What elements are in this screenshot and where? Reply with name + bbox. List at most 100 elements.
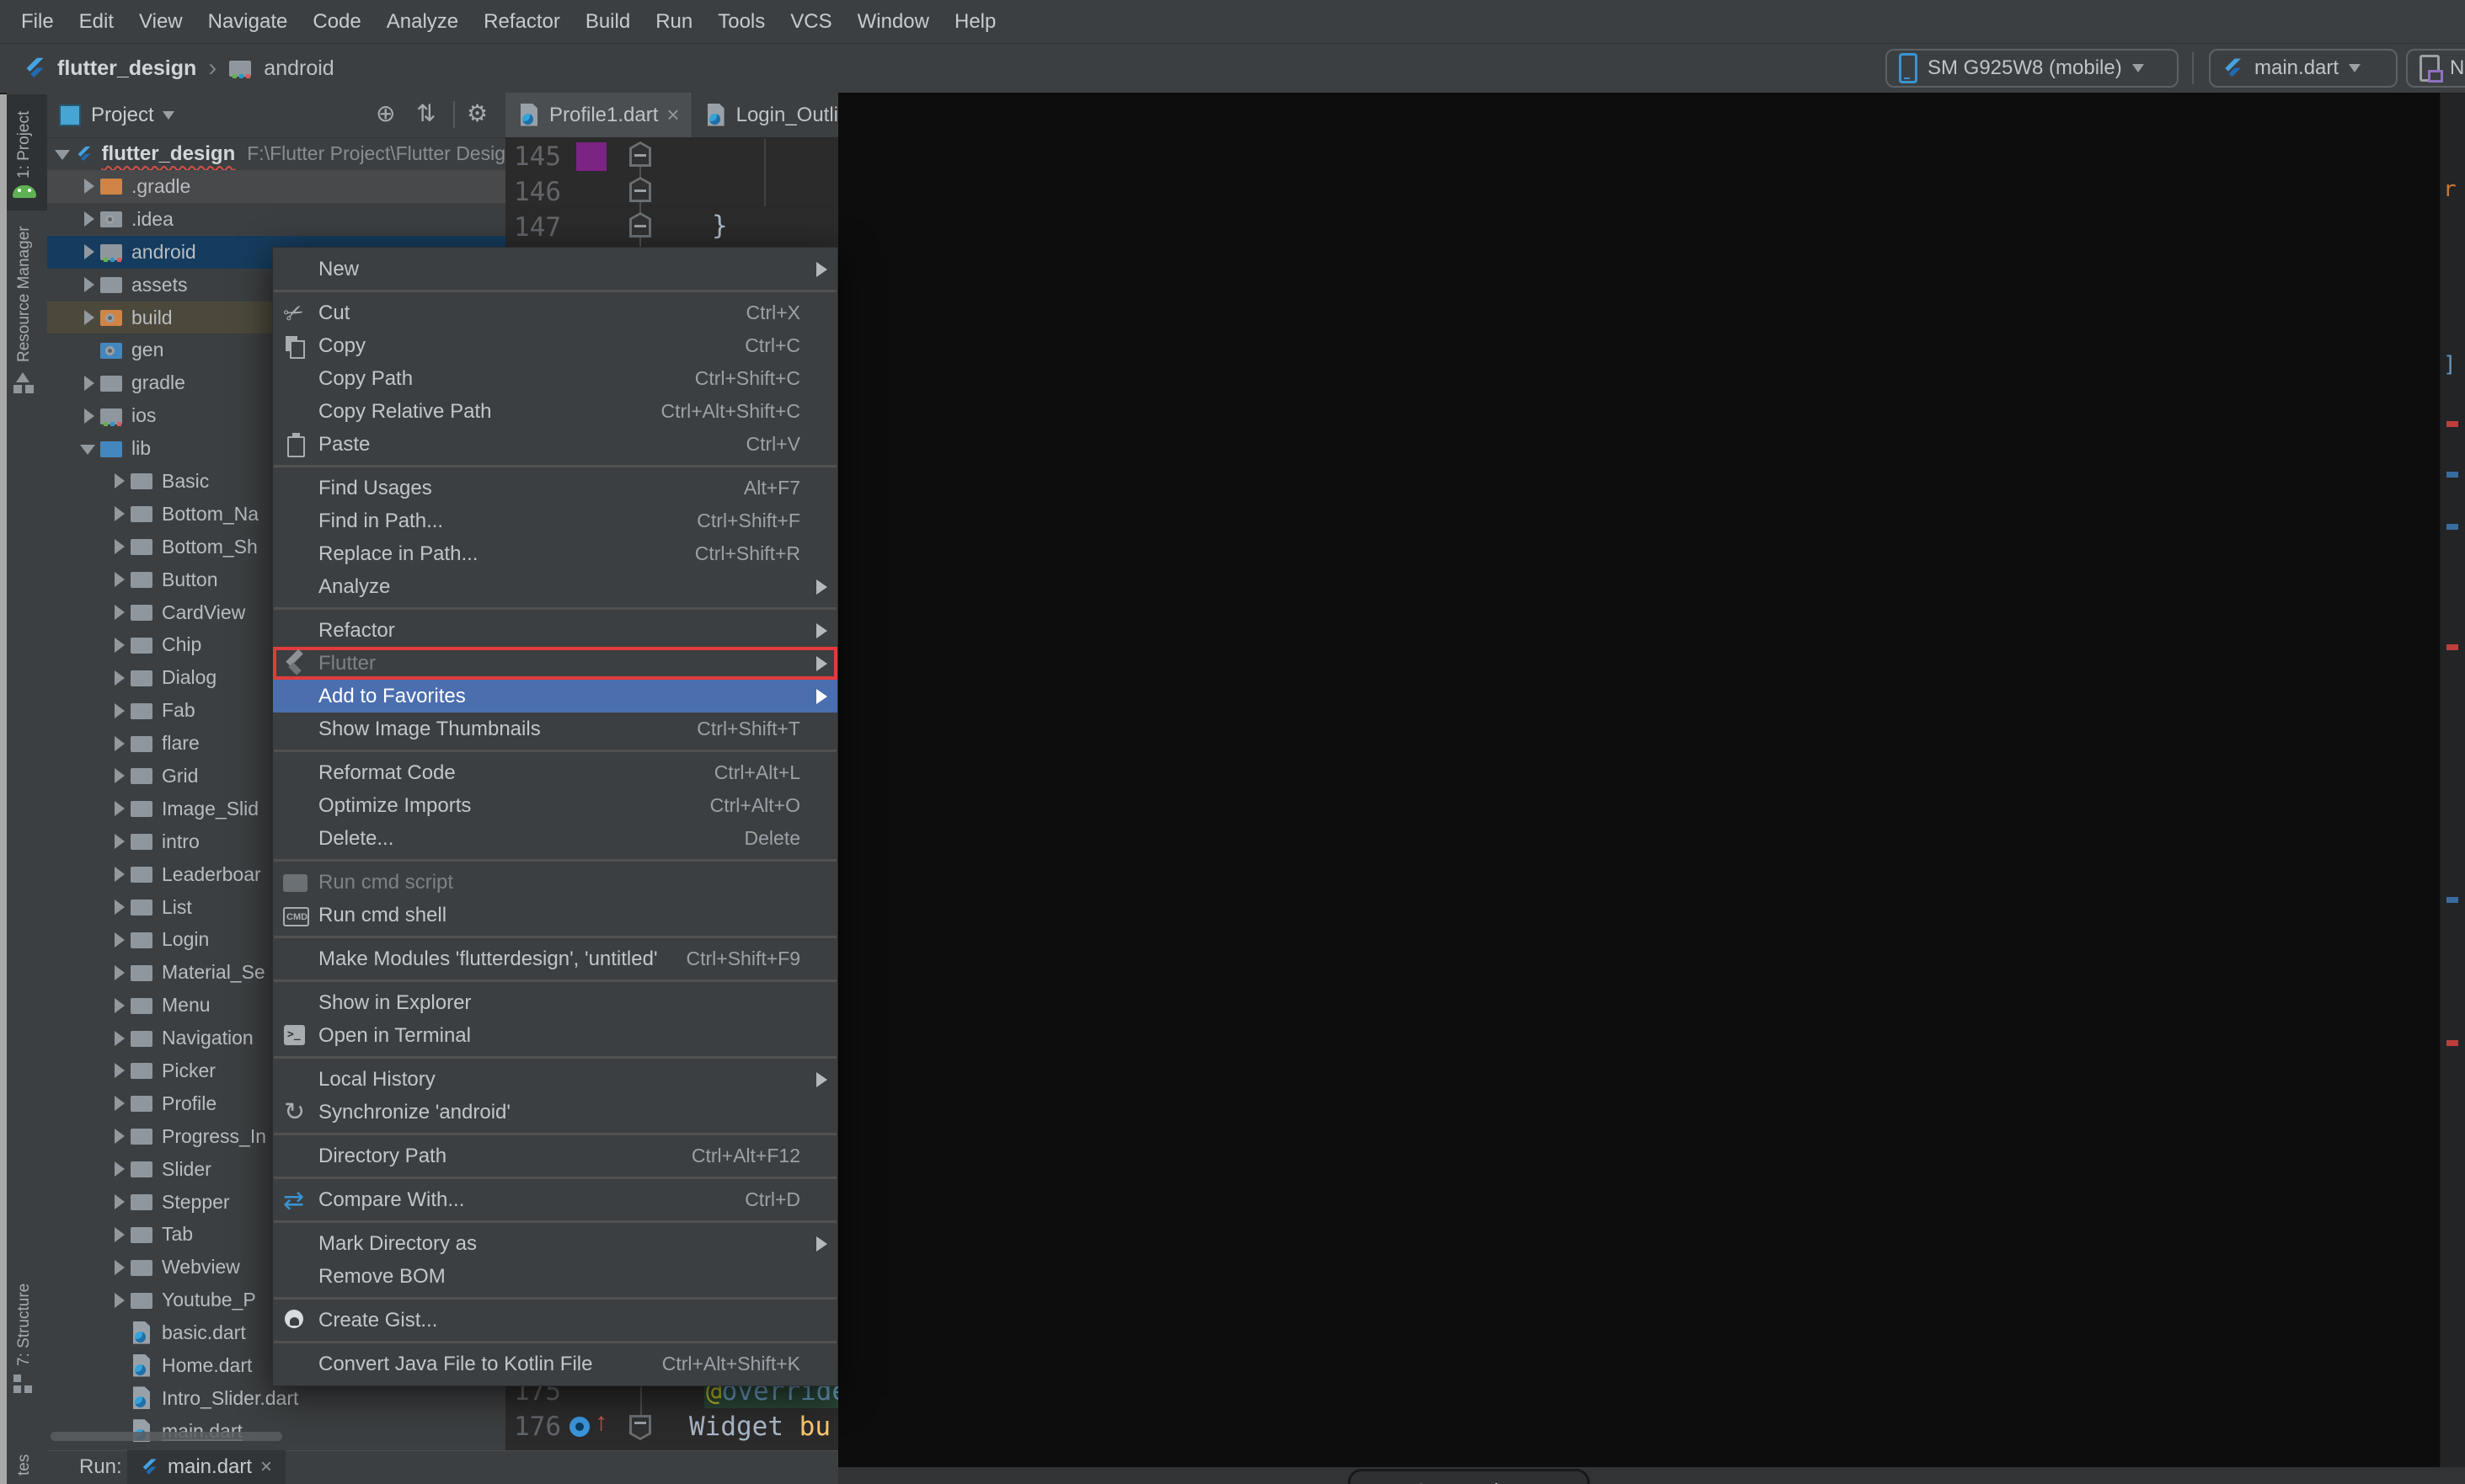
menu-bar-item[interactable]: Build — [573, 10, 643, 34]
menu-bar-item[interactable]: Run — [643, 10, 705, 34]
run-tab-main-dart[interactable]: main.dart × — [127, 1450, 286, 1484]
menu-bar-item[interactable]: Tools — [705, 10, 778, 34]
context-menu-item[interactable] — [274, 465, 837, 467]
horizontal-scrollbar[interactable] — [51, 1432, 282, 1441]
sidebar-item-favorites-partial[interactable]: tes — [15, 1455, 34, 1476]
context-menu-item[interactable] — [274, 1177, 837, 1179]
tree-expand-arrow[interactable] — [78, 175, 99, 197]
context-menu-item[interactable]: Find Usages Alt+F7 — [273, 472, 837, 504]
tree-expand-arrow[interactable] — [108, 1158, 130, 1180]
context-menu-item[interactable]: Local History — [273, 1063, 837, 1096]
collapse-all-icon[interactable]: ⇅ — [416, 99, 436, 127]
menu-bar-item[interactable]: View — [126, 10, 195, 34]
context-menu-item[interactable]: Find in Path... Ctrl+Shift+F — [273, 504, 837, 537]
tree-expand-arrow[interactable] — [108, 1322, 130, 1344]
close-icon[interactable]: × — [260, 1455, 272, 1479]
error-stripe-mark[interactable] — [2446, 897, 2458, 903]
context-menu-item[interactable]: Mark Directory as — [273, 1227, 837, 1260]
context-menu-item[interactable]: Optimize Imports Ctrl+Alt+O — [273, 789, 837, 822]
menu-bar-item[interactable]: Help — [942, 10, 1008, 34]
context-menu-item[interactable]: Replace in Path... Ctrl+Shift+R — [273, 537, 837, 570]
context-menu-item[interactable]: Reformat Code Ctrl+Alt+L — [273, 756, 837, 789]
tree-expand-arrow[interactable] — [78, 339, 99, 361]
tree-expand-arrow[interactable] — [108, 1387, 130, 1409]
menu-bar-item[interactable]: Refactor — [471, 10, 573, 34]
tree-expand-arrow[interactable] — [78, 438, 99, 460]
context-menu-item[interactable]: Synchronize 'android' — [273, 1096, 837, 1129]
sidebar-item-project[interactable]: 1: Project — [15, 111, 34, 179]
menu-bar-item[interactable]: Navigate — [195, 10, 301, 34]
context-menu-item[interactable]: Run cmd shell — [273, 899, 837, 932]
context-menu-item[interactable]: Flutter — [273, 647, 837, 680]
menu-bar-item[interactable]: File — [8, 10, 67, 34]
sidebar-item-resource-manager[interactable]: Resource Manager — [15, 226, 34, 362]
tree-expand-arrow[interactable] — [108, 1224, 130, 1246]
tree-row[interactable]: Intro_Slider.dart — [47, 1382, 505, 1415]
context-menu-item[interactable]: Run cmd script — [273, 866, 837, 899]
context-menu-item[interactable]: Remove BOM — [273, 1260, 837, 1293]
tree-expand-arrow[interactable] — [52, 143, 74, 165]
fold-marker[interactable] — [629, 212, 651, 238]
tree-expand-arrow[interactable] — [108, 1289, 130, 1311]
tree-expand-arrow[interactable] — [108, 1092, 130, 1114]
device-selector[interactable]: SM G925W8 (mobile) — [1885, 49, 2179, 88]
tree-expand-arrow[interactable] — [108, 601, 130, 623]
tree-expand-arrow[interactable] — [108, 700, 130, 722]
context-menu-item[interactable]: Copy Ctrl+C — [273, 329, 837, 362]
tree-expand-arrow[interactable] — [108, 667, 130, 689]
error-stripe-mark[interactable] — [2446, 524, 2458, 530]
context-menu-item[interactable]: Copy Relative Path Ctrl+Alt+Shift+C — [273, 395, 837, 428]
tree-expand-arrow[interactable] — [108, 1028, 130, 1049]
menu-bar-item[interactable]: VCS — [778, 10, 844, 34]
tree-expand-arrow[interactable] — [108, 536, 130, 558]
partial-toolbar-button[interactable]: Ne — [2406, 49, 2465, 88]
error-stripe-mark[interactable] — [2446, 1040, 2458, 1046]
context-menu-item[interactable]: Show in Explorer — [273, 986, 837, 1019]
context-menu-item[interactable]: Paste Ctrl+V — [273, 428, 837, 461]
context-menu-item[interactable]: Copy Path Ctrl+Shift+C — [273, 362, 837, 395]
fold-marker[interactable] — [629, 177, 651, 202]
context-menu-item[interactable] — [274, 1297, 837, 1300]
error-stripe-mark[interactable] — [2446, 644, 2458, 650]
run-config-selector[interactable]: main.dart — [2209, 49, 2398, 88]
tree-expand-arrow[interactable] — [78, 307, 99, 328]
tree-expand-arrow[interactable] — [108, 1125, 130, 1147]
menu-bar-item[interactable]: Analyze — [374, 10, 471, 34]
override-marker-icon[interactable] — [569, 1417, 590, 1437]
context-menu-item[interactable] — [274, 750, 837, 752]
tree-expand-arrow[interactable] — [108, 962, 130, 984]
context-menu-item[interactable] — [274, 1220, 837, 1223]
chevron-down-icon[interactable] — [163, 111, 174, 120]
context-menu-item[interactable] — [274, 1056, 837, 1059]
tree-expand-arrow[interactable] — [108, 1257, 130, 1278]
tree-expand-arrow[interactable] — [108, 995, 130, 1017]
menu-bar-item[interactable]: Code — [300, 10, 373, 34]
context-menu-item[interactable]: Analyze — [273, 570, 837, 603]
tree-row[interactable]: .gradle — [47, 170, 505, 203]
tree-expand-arrow[interactable] — [108, 634, 130, 656]
tree-expand-arrow[interactable] — [108, 1060, 130, 1081]
close-icon[interactable]: × — [666, 102, 679, 128]
context-menu-item[interactable]: Compare With... Ctrl+D — [273, 1183, 837, 1216]
tree-expand-arrow[interactable] — [108, 733, 130, 755]
context-menu-item[interactable] — [274, 290, 837, 292]
context-menu-item[interactable]: Create Gist... — [273, 1304, 837, 1337]
menu-bar-item[interactable]: Edit — [67, 10, 126, 34]
locate-file-icon[interactable]: ⊕ — [376, 99, 395, 127]
project-panel-title[interactable]: Project — [91, 104, 154, 127]
breadcrumb-project[interactable]: flutter_design — [57, 56, 196, 81]
color-preview-swatch[interactable] — [576, 142, 607, 171]
tree-expand-arrow[interactable] — [108, 569, 130, 590]
tree-expand-arrow[interactable] — [78, 372, 99, 394]
context-menu-item[interactable] — [274, 980, 837, 982]
context-menu-item[interactable]: Delete... Delete — [273, 822, 837, 855]
context-menu-item[interactable] — [274, 1133, 837, 1135]
tree-expand-arrow[interactable] — [108, 863, 130, 885]
tree-expand-arrow[interactable] — [108, 896, 130, 918]
context-menu-item[interactable]: Add to Favorites — [273, 680, 837, 713]
tree-expand-arrow[interactable] — [108, 798, 130, 819]
context-menu-item[interactable]: Make Modules 'flutterdesign', 'untitled'… — [273, 942, 837, 975]
context-menu-item[interactable]: Refactor — [273, 614, 837, 647]
context-menu-item[interactable] — [274, 936, 837, 938]
context-menu-item[interactable]: Directory Path Ctrl+Alt+F12 — [273, 1140, 837, 1172]
